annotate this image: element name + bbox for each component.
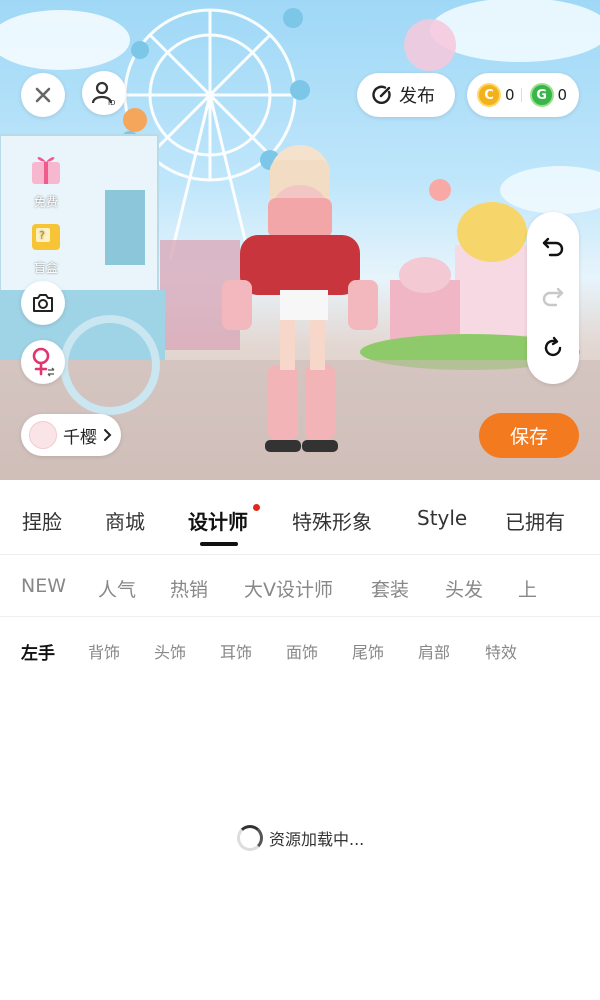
- character-selector[interactable]: 千樱: [21, 414, 121, 456]
- subtab-popular[interactable]: 人气: [98, 575, 136, 602]
- loading-text: 资源加载中...: [269, 830, 365, 849]
- close-button[interactable]: [21, 73, 65, 117]
- green-coin-count: 0: [557, 86, 568, 104]
- gold-coin-icon: C: [477, 83, 501, 107]
- avatar-preview-scene: ID 发布 C 0 G 0 免费 ? 盲盒 千樱 保存: [0, 0, 600, 480]
- svg-text:ID: ID: [108, 99, 115, 106]
- free-label: 免费: [33, 195, 58, 209]
- tab-owned[interactable]: 已拥有: [505, 506, 565, 535]
- save-button[interactable]: 保存: [479, 413, 579, 458]
- camera-icon: [33, 294, 53, 312]
- currency-balance[interactable]: C 0 G 0: [467, 73, 579, 117]
- tab-designer[interactable]: 设计师: [188, 506, 248, 535]
- category-effects[interactable]: 特效: [485, 639, 517, 663]
- tab-style[interactable]: Style: [417, 506, 467, 530]
- spinner-icon: [237, 825, 263, 851]
- main-tab-bar: 捏脸 商城 设计师 特殊形象 Style 已拥有: [0, 480, 600, 555]
- character-name: 千樱: [63, 427, 97, 448]
- close-icon: [35, 87, 51, 103]
- tab-face[interactable]: 捏脸: [22, 506, 62, 535]
- reset-icon[interactable]: [541, 336, 565, 360]
- subtab-new[interactable]: NEW: [21, 575, 66, 597]
- category-tail[interactable]: 尾饰: [352, 639, 384, 663]
- tab-shop[interactable]: 商城: [105, 506, 145, 535]
- svg-text:?: ?: [39, 229, 45, 242]
- profile-id-button[interactable]: ID: [82, 71, 126, 115]
- gender-switch-button[interactable]: [21, 340, 65, 384]
- category-tab-bar: 左手 背饰 头饰 耳饰 面饰 尾饰 肩部 特效: [0, 618, 600, 678]
- category-back[interactable]: 背饰: [88, 639, 120, 663]
- free-gift-button[interactable]: 免费: [20, 148, 72, 210]
- blind-box-icon: ?: [32, 224, 60, 250]
- tab-special-avatar[interactable]: 特殊形象: [292, 506, 372, 535]
- active-tab-indicator: [200, 542, 238, 546]
- category-shoulder[interactable]: 肩部: [418, 639, 450, 663]
- subtab-hair[interactable]: 头发: [445, 575, 483, 602]
- category-face[interactable]: 面饰: [286, 639, 318, 663]
- category-left-hand[interactable]: 左手: [21, 639, 55, 664]
- redo-icon[interactable]: [541, 286, 565, 308]
- notification-dot: [253, 504, 260, 511]
- character-avatar: [29, 421, 57, 449]
- subtab-top-designers[interactable]: 大V设计师: [244, 575, 333, 602]
- coin-divider: [520, 88, 522, 102]
- undo-icon[interactable]: [541, 236, 565, 258]
- user-id-icon: ID: [91, 81, 115, 106]
- category-ear[interactable]: 耳饰: [220, 639, 252, 663]
- amusement-park-background: [0, 0, 600, 480]
- chevron-right-icon: [104, 429, 112, 441]
- gold-coin-count: 0: [505, 86, 515, 104]
- subtab-hot-selling[interactable]: 热销: [170, 575, 208, 602]
- female-gender-icon: [32, 347, 55, 377]
- camera-button[interactable]: [21, 281, 65, 325]
- blind-box-button[interactable]: ? 盲盒: [20, 214, 72, 276]
- blind-box-label: 盲盒: [33, 261, 58, 275]
- loading-indicator: 资源加载中...: [237, 825, 364, 851]
- publish-button[interactable]: 发布: [357, 73, 455, 117]
- subtab-top[interactable]: 上: [518, 575, 537, 602]
- green-coin-icon: G: [529, 83, 554, 107]
- history-controls: [527, 212, 579, 384]
- gift-icon: [32, 157, 60, 184]
- publish-label: 发布: [399, 86, 435, 107]
- category-head[interactable]: 头饰: [154, 639, 186, 663]
- publish-icon: [372, 85, 391, 104]
- sub-tab-bar: NEW 人气 热销 大V设计师 套装 头发 上: [0, 555, 600, 617]
- subtab-outfit-set[interactable]: 套装: [371, 575, 409, 602]
